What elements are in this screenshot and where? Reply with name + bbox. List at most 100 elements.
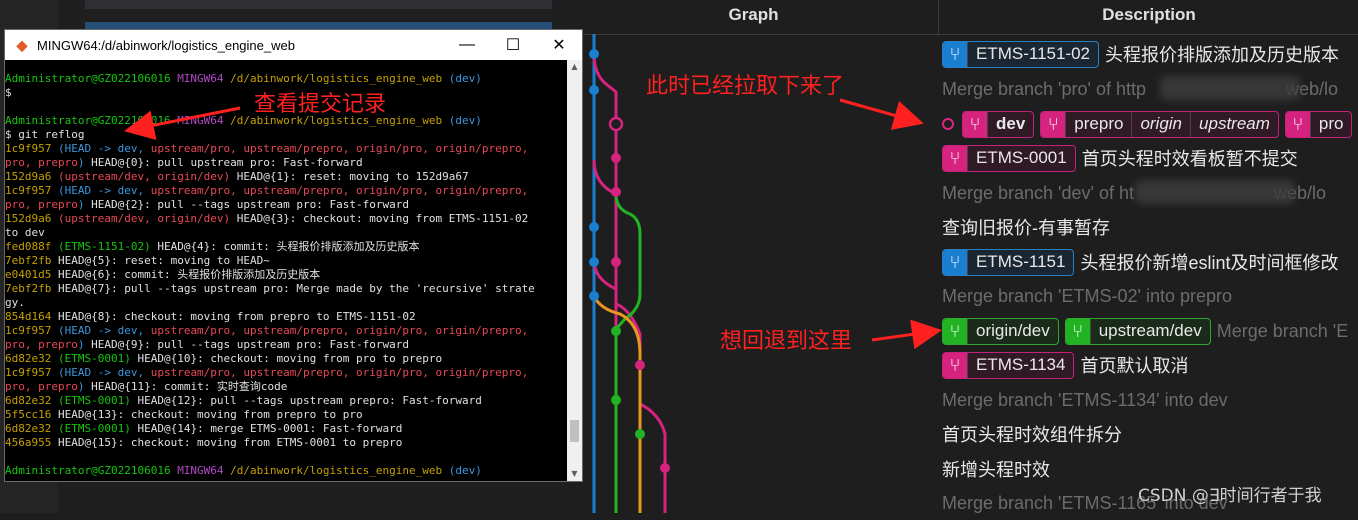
terminal-text: HEAD@{15}: checkout: moving from ETMS-00…	[57, 436, 403, 449]
annotation-rollback-here: 想回退到这里	[720, 329, 853, 354]
commit-row-head[interactable]: ⑂ dev ⑂ prepro origin upstream ⑂ pro	[942, 107, 1358, 141]
scroll-up-icon[interactable]: ▲	[567, 60, 582, 74]
terminal-text: HEAD@{4}: commit: 头程报价排版添加及历史版本	[150, 240, 420, 253]
branch-tag[interactable]: ⑂ ETMS-1151	[942, 248, 1075, 276]
commit-row[interactable]: ⑂ ETMS-1151-02 头程报价排版添加及历史版本	[942, 37, 1339, 71]
terminal-text: 456a955	[5, 436, 58, 449]
branch-tag[interactable]: ⑂ ETMS-1134	[942, 351, 1075, 379]
terminal-text: 152d9a6	[5, 170, 58, 183]
terminal-text: $ git reflog	[5, 128, 85, 141]
branch-tag-upstream-dev[interactable]: ⑂ upstream/dev	[1064, 317, 1211, 345]
terminal-text: 1c9f957	[5, 366, 58, 379]
commit-row[interactable]: ⑂ ETMS-1134 首页默认取消	[942, 348, 1188, 382]
terminal-text: fed088f	[5, 240, 58, 253]
commit-dot	[635, 360, 645, 370]
close-button[interactable]: ✕	[536, 30, 582, 60]
commit-dot	[660, 463, 670, 473]
branch-icon: ⑂	[1065, 318, 1090, 344]
editor-line	[85, 0, 552, 9]
terminal-text: Administrator@GZ022106016	[5, 464, 178, 477]
commit-dot	[611, 187, 621, 197]
commit-row[interactable]: 新增头程时效	[942, 452, 1050, 486]
terminal-text: pro, prepro	[5, 338, 78, 351]
terminal-line: to dev	[5, 226, 567, 240]
column-header-description[interactable]: Description	[938, 0, 1358, 34]
terminal-line: 1c9f957 (HEAD -> dev, upstream/pro, upst…	[5, 324, 567, 338]
commit-row[interactable]: ⑂ ETMS-0001 首页头程时效看板暂不提交	[942, 141, 1298, 175]
commit-dot	[611, 257, 621, 267]
column-header-graph[interactable]: Graph	[570, 0, 937, 34]
branch-tag-dev[interactable]: ⑂ dev	[962, 110, 1035, 138]
terminal-scrollbar[interactable]: ▲ ▼	[567, 60, 582, 481]
branch-tag-prepro[interactable]: ⑂ prepro origin upstream	[1040, 110, 1279, 138]
terminal-line: 6d82e32 (ETMS-0001) HEAD@{14}: merge ETM…	[5, 422, 567, 436]
terminal-text: HEAD@{3}: checkout: moving from ETMS-115…	[230, 212, 529, 225]
terminal-text: (dev)	[448, 464, 482, 477]
terminal-text: 1c9f957	[5, 142, 58, 155]
watermark: CSDN @∃时间行者于我	[1138, 486, 1322, 506]
commit-dot	[589, 222, 599, 232]
branch-icon: ⑂	[943, 352, 967, 378]
minimize-button[interactable]: —	[444, 30, 490, 60]
terminal-text: HEAD@{10}: checkout: moving from pro to …	[130, 352, 443, 365]
terminal-text: HEAD@{0}: pull upstream pro: Fast-forwar…	[84, 156, 363, 169]
branch-tag[interactable]: ⑂ ETMS-1151-02	[942, 40, 1100, 68]
commit-message: 首页默认取消	[1080, 356, 1189, 376]
terminal-text: e0401d5	[5, 268, 58, 281]
terminal-line: 456a955 HEAD@{15}: checkout: moving from…	[5, 436, 567, 450]
terminal-line: 6d82e32 (ETMS-0001) HEAD@{12}: pull --ta…	[5, 394, 567, 408]
terminal-line: pro, prepro) HEAD@{0}: pull upstream pro…	[5, 156, 567, 170]
terminal-text: /d/abinwork/logistics_engine_web	[230, 72, 449, 85]
terminal-text: Administrator@GZ022106016	[5, 72, 178, 85]
commit-row[interactable]: Merge branch 'ETMS-02' into prepro	[942, 279, 1232, 313]
terminal-text: 5f5cc16	[5, 408, 58, 421]
commit-message: 新增头程时效	[942, 460, 1050, 480]
terminal-text: 1c9f957	[5, 184, 58, 197]
commit-row[interactable]: Merge branch 'ETMS-1134' into dev	[942, 383, 1228, 417]
terminal-titlebar[interactable]: ◆ MINGW64:/d/abinwork/logistics_engine_w…	[5, 30, 582, 60]
terminal-text: upstream/pro, upstream/prepro, origin/pr…	[150, 142, 529, 155]
terminal-text: pro, prepro	[5, 198, 78, 211]
terminal-text: 152d9a6	[5, 212, 58, 225]
terminal-line: Administrator@GZ022106016 MINGW64 /d/abi…	[5, 72, 567, 86]
commit-row[interactable]: ⑂ ETMS-1151 头程报价新增eslint及时间框修改	[942, 245, 1338, 279]
terminal-line: 5f5cc16 HEAD@{13}: checkout: moving from…	[5, 408, 567, 422]
terminal-text: (HEAD -> dev,	[57, 184, 151, 197]
scrollbar-thumb[interactable]	[570, 420, 579, 442]
branch-tag-pro[interactable]: ⑂ pro	[1284, 110, 1353, 138]
terminal-text: (ETMS-0001)	[57, 352, 131, 365]
terminal-text: HEAD@{11}: commit: 实时查询code	[84, 380, 288, 393]
commit-row[interactable]: ⑂ origin/dev ⑂ upstream/dev Merge branch '…	[942, 314, 1348, 348]
terminal-text: HEAD@{12}: pull --tags upstream prepro: …	[130, 394, 482, 407]
terminal-text: pro, prepro	[5, 156, 78, 169]
commit-message: 首页头程时效组件拆分	[942, 425, 1122, 445]
branch-icon: ⑂	[1041, 111, 1066, 137]
terminal-text: (ETMS-1151-02)	[57, 240, 151, 253]
terminal-text: 854d164	[5, 310, 58, 323]
terminal-text: 6d82e32	[5, 352, 58, 365]
terminal-text: $	[5, 86, 12, 99]
terminal-text: MINGW64	[177, 464, 231, 477]
terminal-text: HEAD@{7}: pull --tags upstream pro: Merg…	[57, 282, 535, 295]
terminal-text: HEAD@{5}: reset: moving to HEAD~	[57, 254, 270, 267]
terminal-text: HEAD@{13}: checkout: moving from prepro …	[57, 408, 363, 421]
terminal-title: MINGW64:/d/abinwork/logistics_engine_web	[37, 37, 295, 53]
branch-tag-origin-dev[interactable]: ⑂ origin/dev	[942, 317, 1059, 345]
branch-tag[interactable]: ⑂ ETMS-0001	[942, 144, 1076, 172]
terminal-output[interactable]: Administrator@GZ022106016 MINGW64 /d/abi…	[5, 72, 567, 482]
scroll-down-icon[interactable]: ▼	[567, 467, 582, 481]
terminal-text: (upstream/dev, origin/dev)	[57, 212, 231, 225]
terminal-line: pro, prepro) HEAD@{2}: pull --tags upstr…	[5, 198, 567, 212]
terminal-text: upstream/pro, upstream/prepro, origin/pr…	[150, 184, 529, 197]
terminal-text: HEAD@{6}: commit: 头程报价排版添加及历史版本	[57, 268, 321, 281]
commit-dot	[589, 291, 599, 301]
maximize-button[interactable]: ☐	[490, 30, 536, 60]
commit-row[interactable]: 查询旧报价-有事暂存	[942, 210, 1110, 244]
terminal-text: HEAD@{8}: checkout: moving from prepro t…	[57, 310, 416, 323]
commit-row[interactable]: 首页头程时效组件拆分	[942, 417, 1122, 451]
terminal-line: 1c9f957 (HEAD -> dev, upstream/pro, upst…	[5, 142, 567, 156]
commit-message: Merge branch 'dev' of ht	[942, 182, 1134, 203]
terminal-text: (dev)	[448, 72, 482, 85]
branch-icon: ⑂	[963, 111, 987, 137]
